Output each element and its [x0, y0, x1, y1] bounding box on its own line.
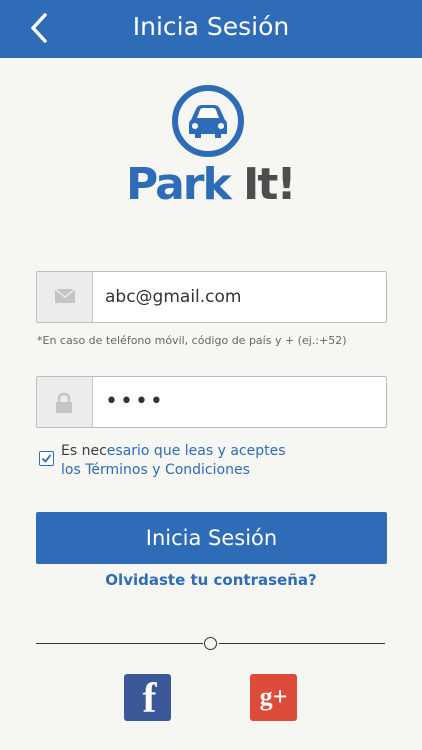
divider-right [219, 643, 385, 644]
login-button[interactable]: Inicia Sesión [36, 512, 387, 564]
terms-link[interactable]: los Términos y Condiciones [61, 461, 286, 480]
app-logo: Park It! [126, 156, 297, 214]
divider-left [36, 643, 203, 644]
terms-line-1: Es necesario que leas y aceptes [61, 442, 286, 461]
car-icon [171, 84, 245, 158]
google-plus-icon: g+ [259, 682, 288, 711]
email-value: abc@gmail.com [105, 287, 242, 307]
terms-prefix: Es nec [61, 443, 107, 459]
email-field[interactable]: abc@gmail.com [36, 271, 387, 323]
logo-text-park: Park [126, 159, 232, 210]
logo-text-it: It! [243, 159, 297, 210]
forgot-password-link[interactable]: Olvidaste tu contraseña? [0, 571, 422, 589]
terms-line1-link[interactable]: esario que leas y aceptes [107, 443, 286, 459]
facebook-button[interactable]: f [124, 674, 171, 721]
facebook-icon: f [142, 676, 157, 722]
divider-circle [204, 637, 217, 650]
header-bar: Inicia Sesión [0, 0, 422, 58]
google-plus-button[interactable]: g+ [250, 674, 297, 721]
check-icon [41, 454, 52, 463]
phone-hint: *En caso de teléfono móvil, código de pa… [37, 334, 347, 347]
email-icon-box [37, 272, 93, 322]
envelope-icon [54, 288, 76, 303]
password-field[interactable]: •••• [36, 376, 387, 428]
lock-icon [56, 392, 72, 413]
page-title: Inicia Sesión [132, 12, 290, 41]
terms-checkbox[interactable] [39, 451, 54, 466]
password-value: •••• [105, 389, 165, 414]
password-icon-box [37, 377, 93, 427]
terms-text: Es necesario que leas y aceptes los Térm… [61, 442, 286, 480]
